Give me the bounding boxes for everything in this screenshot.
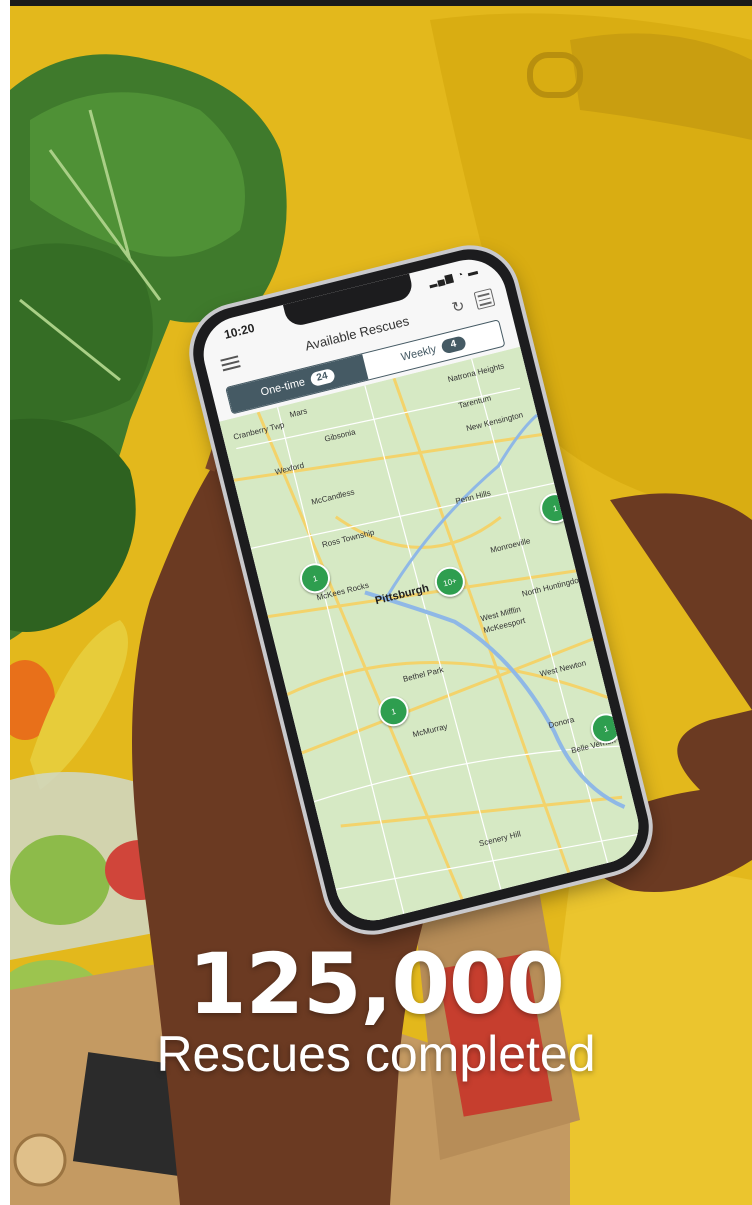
tab-count-badge: 4 — [440, 335, 467, 355]
pin-count: 1 — [311, 573, 319, 584]
pin-count: 10+ — [442, 575, 458, 588]
pin-count: 1 — [551, 503, 559, 514]
rescues-label: Rescues completed — [156, 1026, 596, 1082]
tab-label: Weekly — [399, 343, 438, 364]
top-edge-strip — [10, 0, 752, 6]
rescues-count: 125,000 — [188, 935, 565, 1033]
tab-count-badge: 24 — [308, 367, 336, 388]
pin-count: 1 — [602, 723, 610, 734]
tab-label: One-time — [259, 376, 307, 399]
pin-count: 1 — [390, 706, 397, 717]
